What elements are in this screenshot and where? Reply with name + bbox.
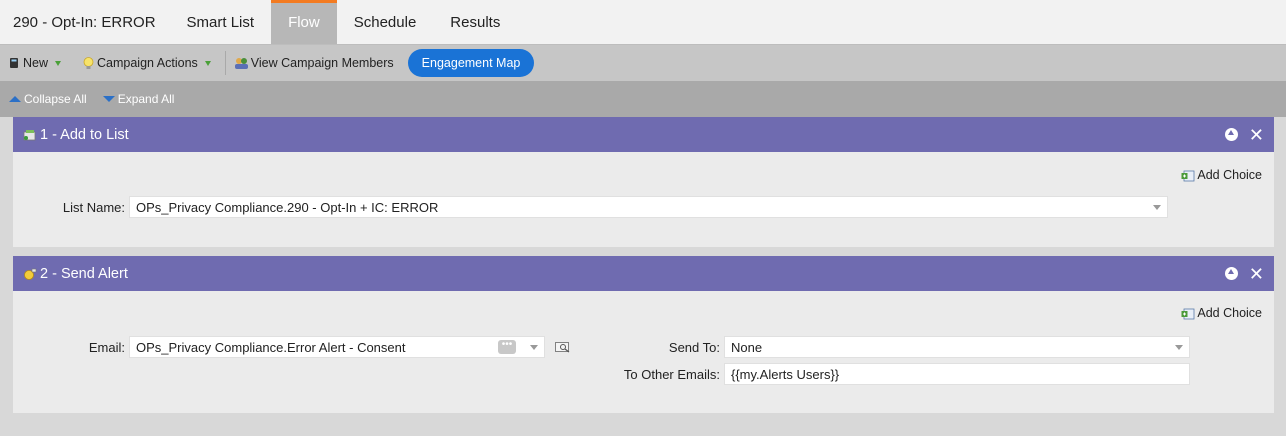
close-icon[interactable]: ✕ xyxy=(1249,265,1264,283)
tab-schedule[interactable]: Schedule xyxy=(337,0,434,44)
email-value: OPs_Privacy Compliance.Error Alert - Con… xyxy=(136,339,406,355)
add-choice-label: Add Choice xyxy=(1197,306,1262,320)
view-campaign-members-label: View Campaign Members xyxy=(250,56,394,70)
add-choice-icon xyxy=(1181,170,1195,181)
other-emails-input[interactable]: {{my.Alerts Users}} xyxy=(724,363,1190,385)
step-gap xyxy=(0,247,1286,256)
email-select[interactable]: OPs_Privacy Compliance.Error Alert - Con… xyxy=(129,336,545,358)
new-menu-button[interactable]: New xyxy=(9,56,62,70)
new-icon xyxy=(10,58,18,68)
tab-flow[interactable]: Flow xyxy=(271,0,337,44)
add-choice-icon xyxy=(1181,308,1195,319)
step-title: 2 - Send Alert xyxy=(40,265,128,282)
members-icon xyxy=(234,57,248,69)
expand-all-button[interactable]: Expand All xyxy=(102,92,175,106)
list-name-value: OPs_Privacy Compliance.290 - Opt-In + IC… xyxy=(136,199,439,215)
other-emails-value: {{my.Alerts Users}} xyxy=(731,366,840,382)
send-to-label: Send To: xyxy=(668,339,720,355)
add-choice-label: Add Choice xyxy=(1197,168,1262,182)
expand-icon xyxy=(102,96,115,102)
other-emails-label: To Other Emails: xyxy=(623,366,720,382)
send-alert-icon xyxy=(24,268,37,280)
add-choice-button[interactable]: Add Choice xyxy=(1181,306,1262,320)
preview-icon[interactable] xyxy=(555,341,571,353)
list-name-select[interactable]: OPs_Privacy Compliance.290 - Opt-In + IC… xyxy=(129,196,1168,218)
move-up-icon[interactable] xyxy=(1224,267,1238,280)
close-icon[interactable]: ✕ xyxy=(1249,126,1264,144)
flow-step-send-alert: 2 - Send Alert ✕ Add Choice Email: OPs_P… xyxy=(13,256,1274,413)
campaign-actions-label: Campaign Actions xyxy=(97,56,198,70)
step-header[interactable]: 1 - Add to List ✕ xyxy=(13,117,1274,152)
list-name-label: List Name: xyxy=(62,199,125,215)
step-title: 1 - Add to List xyxy=(40,126,129,143)
send-to-select[interactable]: None xyxy=(724,336,1190,358)
add-choice-button[interactable]: Add Choice xyxy=(1181,168,1262,182)
add-to-list-icon xyxy=(23,129,36,140)
view-campaign-members-button[interactable]: View Campaign Members xyxy=(234,56,394,70)
campaign-actions-button[interactable]: Campaign Actions xyxy=(83,56,211,70)
collapse-icon xyxy=(9,96,21,102)
list-name-field: List Name: OPs_Privacy Compliance.290 - … xyxy=(13,196,1168,218)
more-options-icon[interactable]: ••• xyxy=(498,340,516,354)
tab-results[interactable]: Results xyxy=(433,0,517,44)
toolbar-divider xyxy=(224,51,226,75)
lightbulb-icon xyxy=(83,56,94,69)
chevron-down-icon xyxy=(530,345,538,350)
send-to-value: None xyxy=(731,339,763,355)
collapse-expand-bar: Collapse All Expand All xyxy=(0,81,1286,117)
step-body: Add Choice List Name: OPs_Privacy Compli… xyxy=(13,152,1274,247)
tab-smart-list[interactable]: Smart List xyxy=(170,0,272,44)
step-header[interactable]: 2 - Send Alert ✕ xyxy=(13,256,1274,291)
other-emails-field: To Other Emails: {{my.Alerts Users}} xyxy=(593,363,1190,385)
chevron-down-icon xyxy=(1153,205,1161,210)
chevron-down-icon xyxy=(204,60,211,66)
move-up-icon[interactable] xyxy=(1224,128,1238,141)
campaign-title: 290 - Opt-In: ERROR xyxy=(13,13,156,31)
engagement-map-button[interactable]: Engagement Map xyxy=(407,49,535,77)
tab-bar: 290 - Opt-In: ERROR Smart List Flow Sche… xyxy=(0,0,1286,44)
collapse-all-label: Collapse All xyxy=(24,92,87,106)
email-label: Email: xyxy=(88,339,125,355)
toolbar: New Campaign Actions View Campaign Membe… xyxy=(0,44,1286,81)
chevron-down-icon xyxy=(1175,345,1183,350)
collapse-all-button[interactable]: Collapse All xyxy=(9,92,87,106)
chevron-down-icon xyxy=(55,60,62,66)
new-label: New xyxy=(23,56,49,70)
flow-step-add-to-list: 1 - Add to List ✕ Add Choice List Name: … xyxy=(13,117,1274,247)
send-to-field: Send To: None xyxy=(593,336,1190,358)
expand-all-label: Expand All xyxy=(117,92,175,106)
step-body: Add Choice Email: OPs_Privacy Compliance… xyxy=(13,291,1274,413)
email-field: Email: OPs_Privacy Compliance.Error Aler… xyxy=(13,336,571,358)
